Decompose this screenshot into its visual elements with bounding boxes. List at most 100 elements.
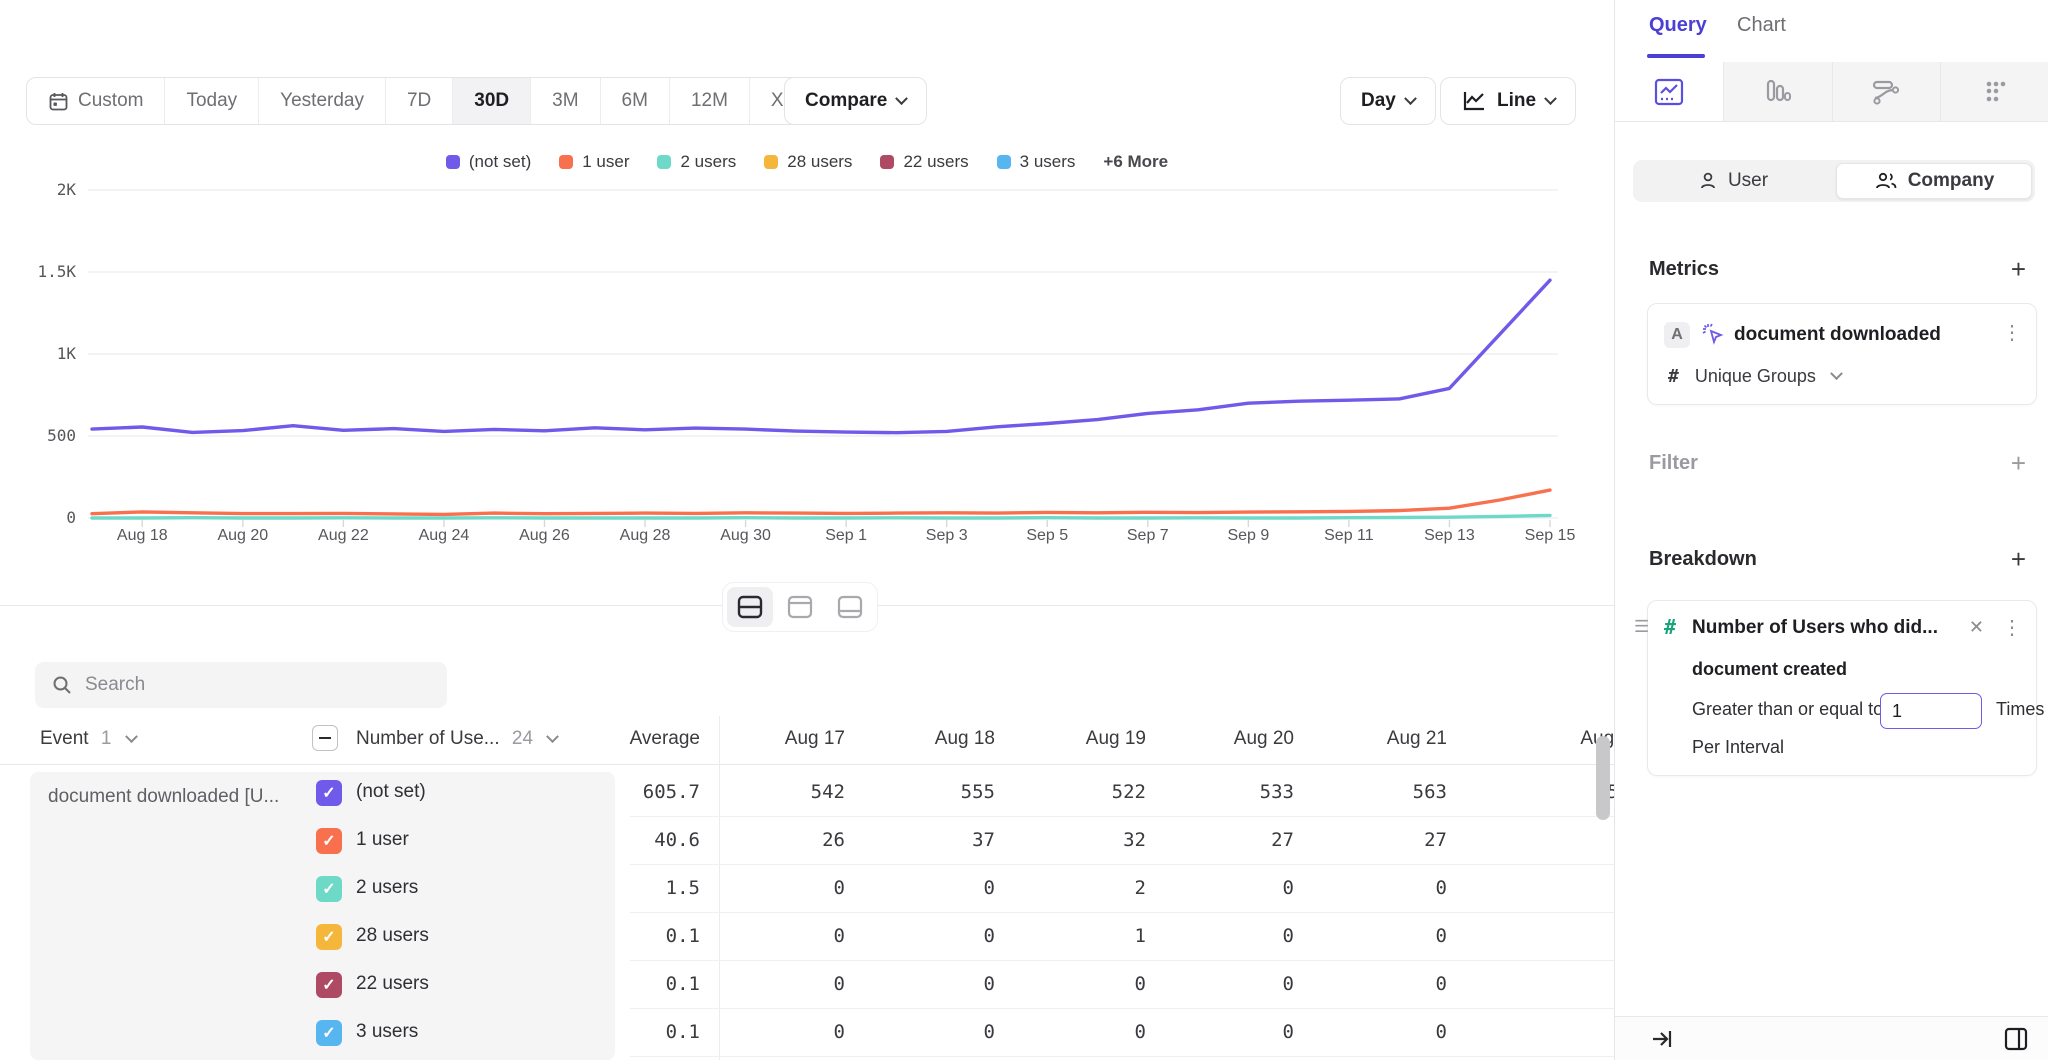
- table-row[interactable]: ✓1 user40.626373227272: [0, 817, 1614, 865]
- date-column-header[interactable]: Aug 19: [996, 728, 1146, 750]
- line-chart[interactable]: [88, 188, 1558, 533]
- table-only-view-icon: [837, 595, 863, 619]
- row-value: 0: [1297, 925, 1447, 947]
- tab-chart[interactable]: Chart: [1737, 14, 1786, 37]
- search-input[interactable]: [85, 674, 415, 696]
- legend-item[interactable]: 22 users: [880, 152, 968, 172]
- legend-label: 3 users: [1020, 152, 1076, 172]
- row-value: 0: [1144, 877, 1294, 899]
- split-view-button[interactable]: [727, 587, 773, 627]
- search-box[interactable]: [35, 662, 447, 708]
- legend-item[interactable]: (not set): [446, 152, 531, 172]
- flow-icon: [1871, 79, 1901, 105]
- table-row[interactable]: ✓(not set)605.754255552253356353: [0, 769, 1614, 817]
- add-metric-button[interactable]: +: [2011, 256, 2026, 282]
- breakdown-card[interactable]: ☰ # Number of Users who did... ✕ ⋮ docum…: [1647, 600, 2037, 776]
- drag-handle-icon[interactable]: ☰: [1634, 617, 1649, 637]
- range-custom[interactable]: Custom: [27, 78, 165, 124]
- legend-item[interactable]: 28 users: [764, 152, 852, 172]
- add-breakdown-button[interactable]: +: [2011, 546, 2026, 572]
- date-column-header[interactable]: Aug 18: [845, 728, 995, 750]
- range-6m[interactable]: 6M: [601, 78, 670, 124]
- range-30d[interactable]: 30D: [453, 78, 531, 124]
- table-row[interactable]: ✓22 users0.1000000: [0, 961, 1614, 1009]
- row-checkbox[interactable]: ✓: [316, 876, 342, 902]
- legend-swatch: [997, 155, 1011, 169]
- event-column-header[interactable]: Event 1: [40, 728, 136, 750]
- side-panel-icon[interactable]: [2003, 1026, 2029, 1052]
- line-chart-icon: [1654, 78, 1684, 106]
- condition-value-input[interactable]: [1880, 693, 1982, 729]
- range-yesterday[interactable]: Yesterday: [259, 78, 386, 124]
- table-row[interactable]: ✓2 users1.5002000: [0, 865, 1614, 913]
- chart-legend: (not set) 1 user 2 users 28 users 22 users 3 …: [0, 152, 1614, 172]
- table-row[interactable]: ✓3 users0.1000000: [0, 1009, 1614, 1057]
- date-column-header[interactable]: Aug 17: [695, 728, 845, 750]
- table-only-view-button[interactable]: [827, 587, 873, 627]
- collapse-panel-icon[interactable]: [1649, 1026, 1675, 1052]
- row-checkbox[interactable]: ✓: [316, 828, 342, 854]
- audience-company-segment[interactable]: Company: [1836, 163, 2032, 199]
- table-scrollbar[interactable]: [1596, 736, 1610, 820]
- chart-type-dropdown[interactable]: Line: [1440, 77, 1576, 125]
- interval-dropdown[interactable]: Day: [1340, 77, 1436, 125]
- close-icon[interactable]: ✕: [1969, 617, 1984, 638]
- line-chart-tab[interactable]: [1615, 62, 1724, 121]
- more-chart-types-tab[interactable]: [1941, 62, 2048, 121]
- row-value: 0: [1480, 877, 1614, 899]
- compare-button[interactable]: Compare: [784, 77, 927, 125]
- row-value: 0: [1144, 973, 1294, 995]
- select-all-checkbox[interactable]: [312, 725, 338, 751]
- users-column-header[interactable]: Number of Use... 24: [356, 728, 557, 750]
- row-checkbox[interactable]: ✓: [316, 924, 342, 950]
- date-column-header[interactable]: Aug 20: [1144, 728, 1294, 750]
- user-icon: [1698, 171, 1718, 191]
- bar-chart-icon: [1764, 78, 1792, 106]
- event-count: 1: [101, 728, 112, 749]
- range-7d[interactable]: 7D: [386, 78, 453, 124]
- metric-card[interactable]: A document downloaded ⋮ # Unique Groups: [1647, 303, 2037, 405]
- range-today[interactable]: Today: [165, 78, 259, 124]
- breakdown-hash-icon: #: [1664, 615, 1676, 639]
- legend-more-button[interactable]: +6 More: [1103, 152, 1168, 172]
- bar-chart-tab[interactable]: [1724, 62, 1833, 121]
- range-3m[interactable]: 3M: [531, 78, 600, 124]
- breakdown-title: Number of Users who did...: [1692, 617, 1938, 639]
- compare-label: Compare: [805, 90, 887, 112]
- add-filter-button[interactable]: +: [2011, 450, 2026, 476]
- date-column-header[interactable]: Aug 21: [1297, 728, 1447, 750]
- row-value: 1: [996, 925, 1146, 947]
- range-label: Yesterday: [280, 90, 364, 112]
- breakdown-condition-label: Greater than or equal to: [1692, 699, 1883, 720]
- metric-aggregation-dropdown[interactable]: # Unique Groups: [1668, 366, 1841, 387]
- row-checkbox[interactable]: ✓: [316, 972, 342, 998]
- tab-query[interactable]: Query: [1649, 14, 1707, 37]
- legend-item[interactable]: 3 users: [997, 152, 1076, 172]
- chart-only-view-button[interactable]: [777, 587, 823, 627]
- date-column-header[interactable]: Aug 2: [1480, 728, 1614, 750]
- row-value: 0: [695, 925, 845, 947]
- average-column-header[interactable]: Average: [550, 728, 700, 750]
- per-interval-label: Per Interval: [1692, 737, 1784, 758]
- table-row[interactable]: ✓28 users0.1001000: [0, 913, 1614, 961]
- breakdown-kebab-menu[interactable]: ⋮: [2002, 615, 2022, 640]
- metric-kebab-menu[interactable]: ⋮: [2002, 320, 2022, 345]
- chevron-down-icon: [895, 92, 908, 105]
- legend-label: 28 users: [787, 152, 852, 172]
- row-value: 0: [845, 925, 995, 947]
- range-12m[interactable]: 12M: [670, 78, 750, 124]
- row-value: 0: [845, 877, 995, 899]
- row-checkbox[interactable]: ✓: [316, 780, 342, 806]
- flow-chart-tab[interactable]: [1833, 62, 1942, 121]
- audience-user-segment[interactable]: User: [1636, 163, 1830, 199]
- range-label: Custom: [78, 90, 143, 112]
- chart-only-view-icon: [787, 595, 813, 619]
- date-range-group: CustomTodayYesterday7D30D3M6M12MXTD: [26, 77, 849, 125]
- main-panel: CustomTodayYesterday7D30D3M6M12MXTD Comp…: [0, 0, 1614, 1060]
- legend-label: (not set): [469, 152, 531, 172]
- grid-dots-icon: [1981, 78, 2009, 106]
- users-count: 24: [512, 728, 533, 749]
- legend-item[interactable]: 2 users: [657, 152, 736, 172]
- legend-item[interactable]: 1 user: [559, 152, 629, 172]
- row-checkbox[interactable]: ✓: [316, 1020, 342, 1046]
